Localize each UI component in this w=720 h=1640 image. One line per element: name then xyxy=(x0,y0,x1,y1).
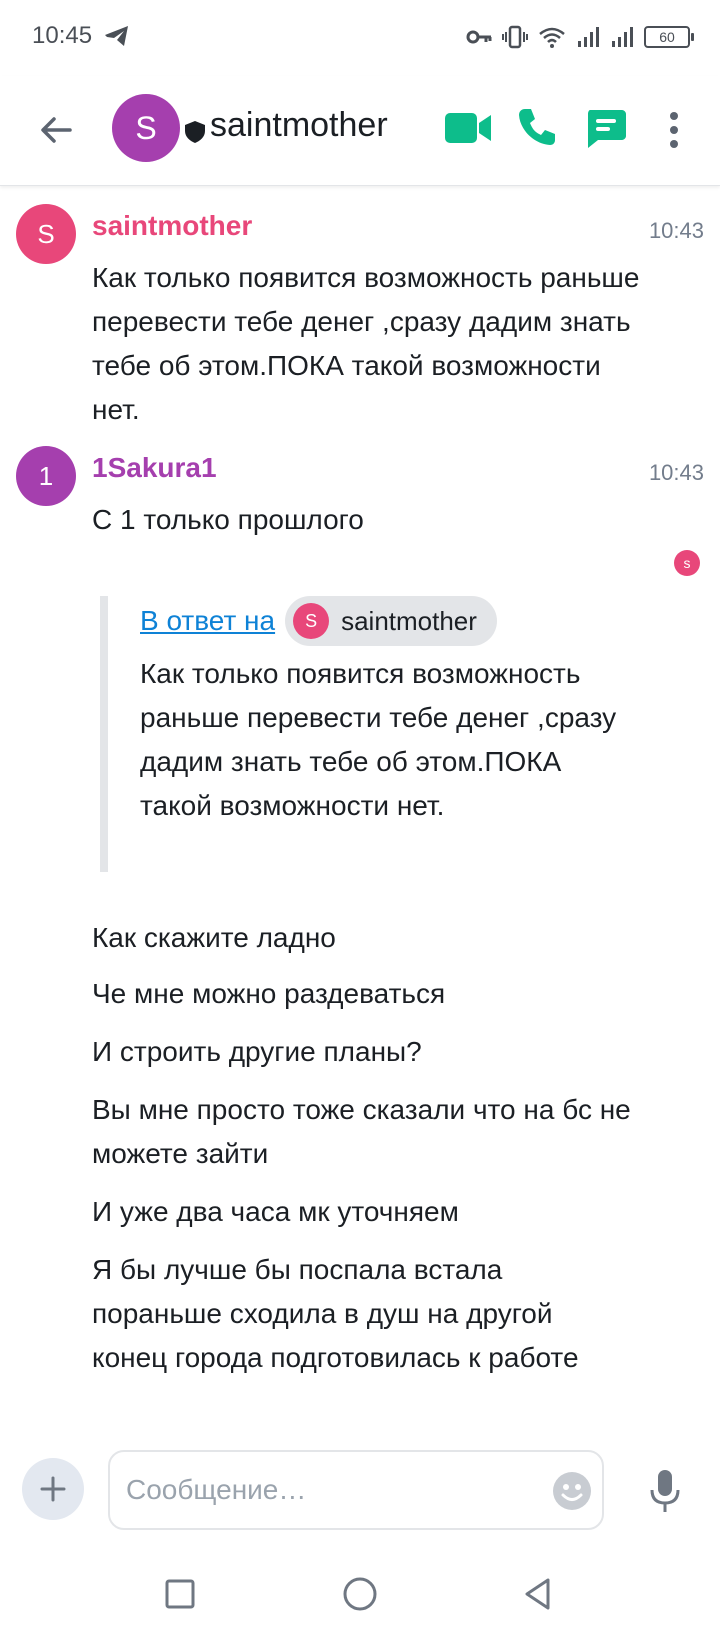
sender-name[interactable]: saintmother xyxy=(92,210,252,242)
status-time: 10:45 xyxy=(32,22,93,49)
recents-square-icon[interactable] xyxy=(160,1574,200,1614)
room-avatar-letter: S xyxy=(135,109,157,146)
system-nav-bar xyxy=(0,1556,720,1640)
room-title[interactable]: saintmother xyxy=(210,106,388,145)
attach-button[interactable] xyxy=(22,1458,84,1520)
back-arrow-icon[interactable] xyxy=(36,110,76,150)
plus-icon xyxy=(40,1476,66,1502)
room-avatar[interactable]: S xyxy=(112,94,180,162)
microphone-icon[interactable] xyxy=(648,1468,682,1514)
reply-link[interactable]: В ответ на xyxy=(140,605,275,637)
vibrate-icon xyxy=(502,25,528,49)
shield-icon xyxy=(185,121,205,143)
message-timestamp: 10:43 xyxy=(648,460,704,485)
battery-icon: 60 xyxy=(644,26,694,48)
message-line[interactable]: И строить другие планы? xyxy=(92,1030,672,1074)
reply-header: В ответ на S saintmother xyxy=(140,596,660,646)
threads-icon[interactable] xyxy=(584,106,628,150)
key-icon xyxy=(466,30,492,44)
user-pill[interactable]: S saintmother xyxy=(285,596,497,646)
message-composer[interactable] xyxy=(108,1450,604,1530)
phone-icon[interactable] xyxy=(516,106,558,148)
emoji-icon[interactable] xyxy=(552,1471,592,1511)
message-line[interactable]: Как скажите ладно xyxy=(92,916,672,960)
message-line[interactable]: Че мне можно раздеваться xyxy=(92,972,672,1016)
battery-level: 60 xyxy=(659,29,675,45)
status-icons: 60 xyxy=(466,22,694,52)
read-receipt-avatar[interactable]: s xyxy=(674,550,700,576)
more-vertical-icon[interactable] xyxy=(664,110,684,150)
quoted-text: Как только появится возможность раньше п… xyxy=(140,658,617,821)
pill-avatar: S xyxy=(293,603,330,639)
back-triangle-icon[interactable] xyxy=(518,1574,558,1614)
video-call-icon[interactable] xyxy=(444,110,492,146)
reply-quote[interactable]: В ответ на S saintmother Как только появ… xyxy=(100,596,660,872)
message-line[interactable]: Я бы лучше бы поспала встала пораньше сх… xyxy=(92,1248,592,1380)
message-line[interactable]: Вы мне просто тоже сказали что на бс не … xyxy=(92,1088,632,1176)
home-circle-icon[interactable] xyxy=(340,1574,380,1614)
signal-icon xyxy=(612,27,633,47)
status-bar: 10:45 60 xyxy=(0,0,720,76)
sender-avatar-letter: S xyxy=(37,218,55,249)
message-body: С 1 только прошлого xyxy=(92,504,364,535)
telegram-icon xyxy=(105,26,128,46)
message-input[interactable] xyxy=(126,1470,526,1510)
room-header: S saintmother xyxy=(0,76,720,186)
pill-name: saintmother xyxy=(341,605,477,636)
sender-avatar[interactable]: S xyxy=(16,204,76,264)
sender-avatar-letter: 1 xyxy=(38,460,54,491)
signal-icon xyxy=(578,27,599,47)
sender-name[interactable]: 1Sakura1 xyxy=(92,452,217,484)
message-timestamp: 10:43 xyxy=(648,218,704,243)
message-line[interactable]: И уже два часа мк уточняем xyxy=(92,1190,672,1234)
read-receipt-letter: s xyxy=(683,555,691,571)
message-body: Как только появится возможность раньше п… xyxy=(92,262,640,425)
wifi-icon xyxy=(539,27,565,48)
sender-avatar[interactable]: 1 xyxy=(16,446,76,506)
pill-avatar-letter: S xyxy=(305,610,318,631)
